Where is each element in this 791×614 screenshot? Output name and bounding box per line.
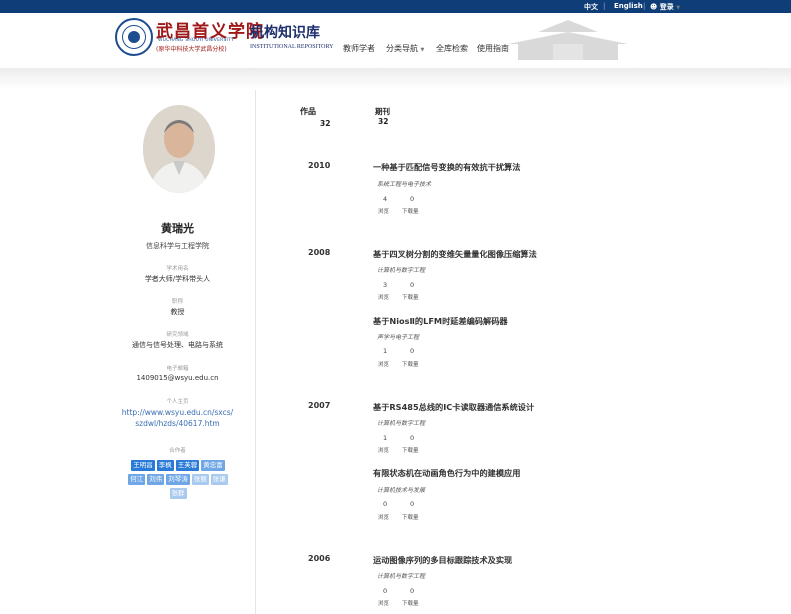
- journal-count: 32: [378, 117, 389, 126]
- repository-title: 机构知识库: [250, 25, 320, 41]
- lang-english-link[interactable]: English: [614, 2, 643, 10]
- pagoda-illustration: [508, 20, 628, 60]
- field-label: 研究领域: [166, 332, 189, 338]
- views-count: 4: [383, 195, 388, 203]
- views-count: 3: [383, 281, 388, 289]
- publication-journal[interactable]: 计算机技术与发展: [377, 485, 425, 494]
- downloads-count: 0: [410, 500, 415, 508]
- views-label: 浏览: [378, 362, 390, 368]
- downloads-count: 0: [410, 587, 415, 595]
- field-value: 教授: [170, 308, 185, 316]
- homepage-label: 个人主页: [166, 399, 189, 405]
- publication-journal[interactable]: 计算机与数字工程: [377, 418, 425, 427]
- year-heading: 2007: [308, 401, 331, 410]
- separator: |: [603, 2, 606, 10]
- profile-sidebar: 黄瑞光 信息科学与工程学院 学术用名 学者大师/学科带头人 职称 教授 研究领域…: [100, 90, 255, 614]
- login-label: 登录: [659, 3, 674, 11]
- views-count: 1: [383, 434, 388, 442]
- repository-title-en: INSTITUTIONAL REPOSITORY: [250, 44, 334, 50]
- field-value: 通信与信号处理、电路与系统: [132, 341, 223, 349]
- university-logo[interactable]: [115, 18, 153, 56]
- publication-title[interactable]: 基于RS485总线的IC卡读取器通信系统设计: [373, 401, 534, 413]
- profile-name: 黄瑞光: [161, 222, 194, 235]
- views-count: 0: [383, 587, 388, 595]
- nav-categories-label: 分类导航: [386, 44, 418, 53]
- works-label: 作品: [300, 107, 316, 116]
- nav-search[interactable]: 全库检索: [436, 43, 468, 54]
- chevron-down-icon: ▼: [676, 5, 681, 11]
- views-label: 浏览: [378, 209, 390, 215]
- publication-title[interactable]: 基于NiosⅡ的LFM时延差编码解码器: [373, 315, 508, 327]
- profile-photo: [143, 105, 215, 193]
- downloads-count: 0: [410, 281, 415, 289]
- top-bar: 中文 | English | ☻ 登录 ▼: [0, 0, 791, 13]
- coauthor-tag[interactable]: 王明昌: [131, 460, 155, 471]
- header-shadow: [0, 68, 791, 90]
- user-icon: ☻: [650, 3, 658, 11]
- coauthor-tag[interactable]: 张丽: [191, 474, 209, 485]
- downloads-label: 下载量: [402, 601, 419, 607]
- year-heading: 2006: [308, 554, 331, 563]
- coauthor-tag[interactable]: 刘伟: [147, 474, 165, 485]
- journal-label[interactable]: 期刊: [375, 106, 390, 117]
- publication-title[interactable]: 一种基于匹配信号变换的有效抗干扰算法: [373, 161, 520, 173]
- nav-categories[interactable]: 分类导航 ▼: [386, 43, 424, 54]
- publication-journal[interactable]: 计算机与数字工程: [377, 265, 425, 274]
- coauthor-tag[interactable]: 李枫: [156, 460, 174, 471]
- homepage-link[interactable]: http://www.wsyu.edu.cn/sxcs/ szdwl/hzds/…: [100, 407, 255, 429]
- separator: |: [643, 2, 646, 10]
- field-label: 学术用名: [166, 266, 189, 272]
- profile-department[interactable]: 信息科学与工程学院: [100, 241, 255, 251]
- nav-scholars[interactable]: 教师学者: [343, 43, 375, 54]
- coauthor-tag[interactable]: 张谦: [210, 474, 228, 485]
- school-name-en: WUCHANG SHOUYI UNIVERSITY: [158, 38, 234, 43]
- coauthor-tag[interactable]: 何江: [128, 474, 146, 485]
- views-count: 0: [383, 500, 388, 508]
- downloads-label: 下载量: [402, 362, 419, 368]
- year-heading: 2008: [308, 248, 331, 257]
- nav-guide[interactable]: 使用指南: [477, 43, 509, 54]
- year-heading: 2010: [308, 161, 331, 170]
- coauthor-tags: 王明昌 李枫 王芙蓉 黄忠富 何江 刘伟 刘琴涛 张丽 张谦 张群: [116, 459, 240, 501]
- downloads-label: 下载量: [402, 448, 419, 454]
- downloads-label: 下载量: [402, 515, 419, 521]
- publication-title[interactable]: 运动图像序列的多目标跟踪技术及实现: [373, 554, 512, 566]
- email-value: 1409015@wsyu.edu.cn: [136, 374, 219, 382]
- downloads-count: 0: [410, 195, 415, 203]
- publication-journal[interactable]: 声学与电子工程: [377, 332, 419, 341]
- coauthor-tag[interactable]: 王芙蓉: [175, 460, 200, 471]
- views-label: 浏览: [378, 448, 390, 454]
- login-link[interactable]: ☻ 登录 ▼: [650, 2, 680, 12]
- chevron-down-icon: ▼: [420, 47, 425, 53]
- coauthor-tag[interactable]: 黄忠富: [201, 460, 225, 471]
- views-count: 1: [383, 347, 388, 355]
- downloads-count: 0: [410, 434, 415, 442]
- views-label: 浏览: [378, 295, 390, 301]
- publication-title[interactable]: 基于四叉树分割的变维矢量量化图像压缩算法: [373, 248, 537, 260]
- homepage-url-line2: szdwl/hzds/40617.htm: [135, 419, 220, 428]
- homepage-url-line1: http://www.wsyu.edu.cn/sxcs/: [121, 408, 234, 417]
- field-label: 职称: [171, 299, 183, 305]
- coauthor-tag[interactable]: 刘琴涛: [166, 474, 190, 485]
- coauthors-label: 合作者: [169, 448, 186, 454]
- views-label: 浏览: [378, 515, 390, 521]
- lang-chinese-link[interactable]: 中文: [584, 2, 598, 12]
- publication-journal[interactable]: 计算机与数字工程: [377, 571, 425, 580]
- works-count: 32: [320, 119, 331, 128]
- downloads-label: 下载量: [402, 295, 419, 301]
- downloads-count: 0: [410, 347, 415, 355]
- school-subtitle: (原华中科技大学武昌分校): [156, 46, 227, 53]
- downloads-label: 下载量: [402, 209, 419, 215]
- coauthor-tag[interactable]: 张群: [169, 488, 187, 499]
- field-label: 电子邮箱: [166, 366, 189, 372]
- field-value: 学者大师/学科带头人: [144, 275, 211, 283]
- views-label: 浏览: [378, 601, 390, 607]
- publication-journal[interactable]: 系统工程与电子技术: [377, 179, 431, 188]
- publication-title[interactable]: 有限状态机在动画角色行为中的建模应用: [373, 467, 520, 479]
- column-divider: [255, 90, 256, 614]
